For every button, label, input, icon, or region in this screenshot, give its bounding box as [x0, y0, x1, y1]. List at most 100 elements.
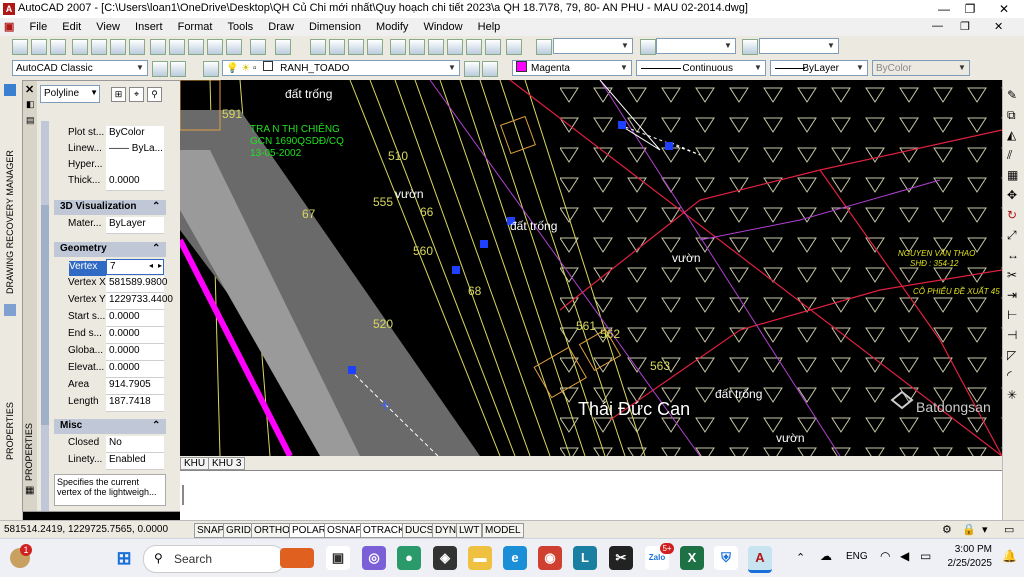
drawing-recovery-manager-tab[interactable]: DRAWING RECOVERY MANAGER [5, 104, 15, 294]
block-editor-icon[interactable] [226, 39, 242, 55]
toggle-pickadd-icon[interactable]: ⊞ [111, 87, 126, 102]
plot-icon[interactable] [72, 39, 88, 55]
prop-row-global-width[interactable]: Globa... 0.0000 [68, 344, 164, 361]
menu-insert[interactable]: Insert [129, 19, 169, 33]
cut-icon[interactable] [150, 39, 166, 55]
dim-style-combo[interactable]: ▼ [656, 38, 736, 54]
layer-combo[interactable]: 💡 ☀ ▫ RANH_TOADO ▼ [222, 60, 460, 76]
close-icon[interactable]: ✕ [990, 1, 1018, 17]
scale-icon[interactable]: ⤢ [1007, 228, 1017, 243]
clean-screen-icon[interactable]: ▭ [1004, 523, 1014, 536]
command-line[interactable] [180, 470, 1002, 521]
workspace-settings-icon[interactable] [152, 61, 168, 77]
menu-modify[interactable]: Modify [370, 19, 414, 33]
properties-dock-icon[interactable] [4, 304, 16, 316]
layer-previous-icon[interactable] [482, 61, 498, 77]
vertex-input[interactable]: 7 [110, 261, 116, 272]
battery-icon[interactable]: ▭ [920, 549, 931, 563]
app-icon-l[interactable]: L [573, 546, 597, 570]
menu-format[interactable]: Format [172, 19, 219, 33]
redo-icon[interactable] [275, 39, 291, 55]
fillet-icon[interactable]: ◜ [1007, 368, 1012, 382]
command-grip[interactable] [182, 485, 192, 505]
lwt-toggle[interactable]: LWT [456, 523, 483, 538]
communication-center-icon[interactable]: ⚙ [942, 523, 952, 536]
publish-icon[interactable] [110, 39, 126, 55]
edge-icon[interactable]: e [503, 546, 527, 570]
prev-vertex-icon[interactable]: ◂ [149, 261, 153, 270]
collapse-icon[interactable]: ⌃ [152, 420, 160, 431]
clock-time[interactable]: 3:00 PM [948, 544, 992, 555]
palette-menu-icon[interactable]: ▤ [26, 115, 35, 126]
offset-icon[interactable]: ⫽ [1007, 148, 1012, 163]
prop-row-end-segment[interactable]: End s... 0.0000 [68, 327, 164, 344]
menu-dimension[interactable]: Dimension [303, 19, 367, 33]
lineweight-combo[interactable]: ByLayer ▼ [770, 60, 868, 76]
prop-row-length[interactable]: Length 187.7418 [68, 395, 164, 412]
menu-window[interactable]: Window [417, 19, 468, 33]
join-icon[interactable]: ⊣ [1007, 328, 1017, 342]
otrack-toggle[interactable]: OTRACK [360, 523, 408, 538]
windows-start-icon[interactable]: ⊞ [112, 546, 136, 570]
pan-icon[interactable] [310, 39, 326, 55]
toolbar-lock-icon[interactable]: 🔒 [962, 523, 976, 536]
object-type-combo[interactable]: Polyline ▼ [40, 85, 100, 103]
zoom-window-icon[interactable] [348, 39, 364, 55]
color-combo[interactable]: Magenta ▼ [512, 60, 632, 76]
grip-marker[interactable] [348, 366, 356, 374]
copilot-icon[interactable]: ◎ [362, 546, 386, 570]
prop-row-linetype-gen[interactable]: Linety... Enabled [68, 453, 164, 470]
notifications-icon[interactable]: 🔔 [1002, 549, 1017, 563]
chamfer-icon[interactable]: ◸ [1007, 348, 1016, 362]
extend-icon[interactable]: ⇥ [1007, 288, 1017, 302]
linetype-combo[interactable]: Continuous ▼ [636, 60, 766, 76]
table-style-icon[interactable] [742, 39, 758, 55]
drawing-canvas[interactable]: TRA N THỊ CHIÊNG GCN 1690QSDĐ/CQ 13-05-2… [180, 80, 1002, 456]
select-objects-icon[interactable]: ⌖ [129, 87, 144, 102]
menu-tools[interactable]: Tools [222, 19, 260, 33]
collapse-icon[interactable]: ⌃ [152, 243, 160, 254]
explode-icon[interactable]: ✳ [1007, 388, 1017, 402]
polar-toggle[interactable]: POLAR [289, 523, 329, 538]
prop-row-vertex-y[interactable]: Vertex Y 1229733.4400 [68, 293, 173, 310]
open-icon[interactable] [31, 39, 47, 55]
prop-row-vertex-x[interactable]: Vertex X 581589.9800 [68, 276, 167, 293]
tray-settings-icon[interactable]: ▾ [982, 523, 988, 536]
plotstyle-combo[interactable]: ByColor ▼ [872, 60, 970, 76]
undo-icon[interactable] [250, 39, 266, 55]
dim-style-icon[interactable] [640, 39, 656, 55]
grip-marker[interactable] [480, 240, 488, 248]
chrome-icon[interactable]: ◉ [538, 546, 562, 570]
table-style-combo[interactable]: ▼ [759, 38, 839, 54]
prop-row-thickness[interactable]: Thick... 0.0000 [68, 174, 164, 191]
palette-close-icon[interactable]: ✕ [25, 83, 34, 96]
volume-icon[interactable]: ◀ [900, 549, 909, 563]
menu-edit[interactable]: Edit [56, 19, 87, 33]
stretch-icon[interactable]: ↔ [1007, 248, 1019, 262]
sheet-set-icon[interactable] [447, 39, 463, 55]
3d-dwf-icon[interactable] [129, 39, 145, 55]
document-icon[interactable]: ▣ [0, 18, 20, 33]
tool-palettes-icon[interactable] [428, 39, 444, 55]
prop-row-plotstyle[interactable]: Plot st... ByColor [68, 126, 164, 143]
next-vertex-icon[interactable]: ▸ [158, 261, 162, 270]
zoom-previous-icon[interactable] [367, 39, 383, 55]
match-properties-icon[interactable] [207, 39, 223, 55]
layer-manager-icon[interactable] [203, 61, 219, 77]
my-workspace-icon[interactable] [170, 61, 186, 77]
palette-bottom-icon[interactable]: ▦ [25, 485, 34, 496]
prop-row-lineweight[interactable]: Linew... —— ByLa... [68, 142, 164, 159]
menu-view[interactable]: View [90, 19, 126, 33]
zoom-realtime-icon[interactable] [329, 39, 345, 55]
autocad-taskbar-icon[interactable]: A [748, 546, 772, 573]
help-icon[interactable] [506, 39, 522, 55]
menu-file[interactable]: File [23, 19, 53, 33]
prop-row-vertex[interactable]: Vertex 7 ◂ ▸ [69, 259, 164, 276]
prop-row-material[interactable]: Mater... ByLayer [68, 217, 164, 234]
array-icon[interactable]: ▦ [1007, 168, 1018, 182]
erase-icon[interactable]: ✎ [1007, 88, 1017, 102]
wifi-icon[interactable]: ◠ [880, 549, 890, 563]
grip-marker[interactable] [665, 142, 673, 150]
clock-date[interactable]: 2/25/2025 [944, 558, 993, 569]
model-toggle[interactable]: MODEL [482, 523, 524, 538]
